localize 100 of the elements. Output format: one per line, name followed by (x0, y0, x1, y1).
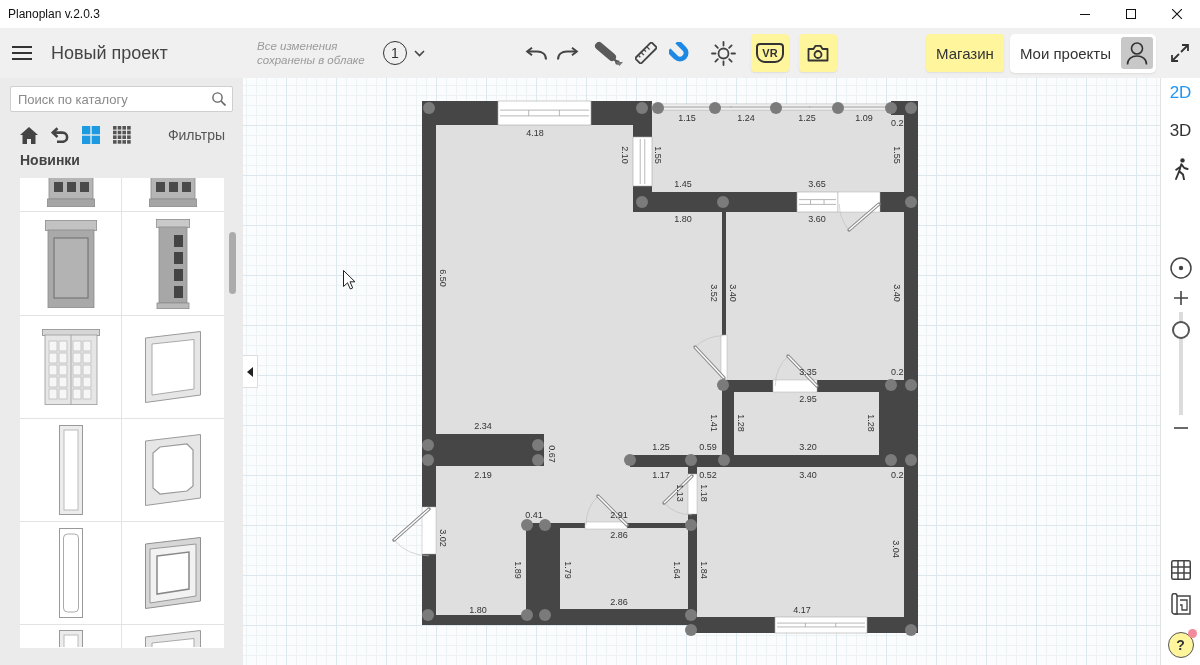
walking-person-icon[interactable] (1172, 158, 1189, 180)
dimension-label: 0.59 (699, 442, 717, 452)
screenshot-button[interactable] (799, 34, 837, 72)
wall-node-icon[interactable] (905, 379, 917, 391)
wall-node-icon[interactable] (885, 102, 897, 114)
dimension-label: 3.60 (808, 214, 826, 224)
sun-icon[interactable] (711, 40, 736, 66)
zoom-slider-thumb[interactable] (1171, 321, 1190, 340)
dimension-label: 1.64 (672, 561, 682, 579)
dimension-label: 2.86 (610, 530, 628, 540)
catalog-item[interactable] (122, 178, 224, 211)
dimension-label: 1.55 (892, 146, 902, 164)
target-icon[interactable] (1169, 257, 1192, 279)
wall-node-icon[interactable] (539, 609, 551, 621)
wall-node-icon[interactable] (905, 624, 917, 636)
caret-icon (247, 366, 253, 377)
wall-node-icon[interactable] (905, 102, 917, 114)
door-icon (693, 334, 728, 381)
dimension-label: 1.18 (699, 484, 709, 502)
back-arrow-icon[interactable] (51, 127, 69, 143)
wall-node-icon[interactable] (770, 102, 782, 114)
wall-node-icon[interactable] (832, 102, 844, 114)
floor-plan-icon[interactable] (1170, 593, 1191, 615)
caret-icon[interactable] (616, 62, 623, 66)
wall-node-icon[interactable] (652, 102, 664, 114)
catalog-item[interactable] (122, 212, 224, 315)
wall-node-icon[interactable] (532, 439, 544, 451)
vr-button[interactable]: VR (751, 34, 789, 72)
dimension-label: 2.10 (620, 146, 630, 164)
wall-node-icon[interactable] (624, 454, 636, 466)
undo-icon[interactable] (525, 46, 547, 60)
minimize-icon[interactable] (1080, 13, 1090, 15)
dimension-label: 4.18 (526, 128, 544, 138)
door-icon (837, 191, 881, 232)
dimension-label: 1.09 (855, 113, 873, 123)
zoom-in-icon[interactable] (1173, 291, 1188, 305)
home-icon[interactable] (20, 126, 38, 144)
dimension-label: 3.35 (799, 367, 817, 377)
ruler-icon[interactable] (635, 42, 657, 64)
wall-node-icon[interactable] (885, 454, 897, 466)
maximize-icon[interactable] (1126, 9, 1136, 19)
dimension-label: 0.2 (891, 470, 904, 480)
wall-node-icon[interactable] (685, 454, 697, 466)
catalog-item[interactable] (20, 178, 121, 211)
my-projects-button[interactable]: Мои проекты (1009, 33, 1156, 73)
user-icon (1121, 37, 1153, 69)
window-icon (632, 136, 653, 187)
collapse-panel-button[interactable] (243, 355, 258, 388)
dimension-label: 1.25 (798, 113, 816, 123)
frame-icon (145, 331, 201, 403)
wall-node-icon[interactable] (718, 454, 730, 466)
dimension-label: 3.40 (799, 470, 817, 480)
wall-node-icon[interactable] (905, 196, 917, 208)
help-button[interactable]: ? (1167, 632, 1194, 658)
narrow-frame-icon (58, 630, 83, 647)
paint-roller-icon[interactable] (594, 41, 620, 65)
view-mode-tab[interactable]: 3D (1169, 121, 1192, 141)
scrollbar-thumb[interactable] (229, 232, 236, 294)
wall-node-icon[interactable] (532, 454, 544, 466)
filters-button[interactable]: Фильтры (167, 127, 225, 143)
wall-node-icon[interactable] (521, 519, 533, 531)
dimension-label: 3.52 (709, 284, 719, 302)
wall-node-icon[interactable] (685, 609, 697, 621)
dimension-label: 3.04 (891, 540, 901, 558)
dimension-label: 6.50 (438, 269, 448, 287)
menu-icon[interactable] (12, 46, 32, 60)
dimension-label: 2.86 (610, 597, 628, 607)
search-icon[interactable] (212, 92, 226, 106)
shop-button[interactable]: Магазин (926, 34, 1004, 72)
wall-node-icon[interactable] (422, 609, 434, 621)
close-icon[interactable] (1172, 9, 1182, 19)
wall-node-icon[interactable] (422, 454, 434, 466)
window-title: Planoplan v.2.0.3 (8, 7, 100, 21)
small-grid-icon[interactable] (113, 126, 131, 144)
wall-node-icon[interactable] (636, 102, 648, 114)
wall-node-icon[interactable] (885, 379, 897, 391)
wall-node-icon[interactable] (717, 379, 729, 391)
dimension-label: 1.80 (469, 605, 487, 615)
grid-icon[interactable] (1170, 560, 1191, 580)
dimension-label: 2.91 (610, 510, 628, 520)
dimension-label: 2.19 (474, 470, 492, 480)
search-field[interactable]: Поиск по каталогу (10, 86, 233, 112)
wall-node-icon[interactable] (636, 196, 648, 208)
magnet-icon[interactable] (669, 42, 691, 64)
wall-node-icon[interactable] (709, 102, 721, 114)
dimension-label: 0.41 (525, 510, 543, 520)
wall-node-icon[interactable] (539, 519, 551, 531)
wall-node-icon[interactable] (685, 519, 697, 531)
dimension-label: 1.17 (652, 470, 670, 480)
wall-node-icon[interactable] (717, 196, 729, 208)
cabinet-icon (149, 178, 197, 207)
wall-node-icon[interactable] (423, 102, 435, 114)
wall-node-icon[interactable] (905, 454, 917, 466)
expand-icon[interactable] (1170, 43, 1190, 63)
chevron-down-icon[interactable] (414, 49, 425, 57)
wall-node-icon[interactable] (685, 624, 697, 636)
redo-icon[interactable] (557, 46, 579, 60)
column-icon (156, 218, 190, 309)
wall-node-icon[interactable] (422, 439, 434, 451)
wall-node-icon[interactable] (521, 609, 533, 621)
